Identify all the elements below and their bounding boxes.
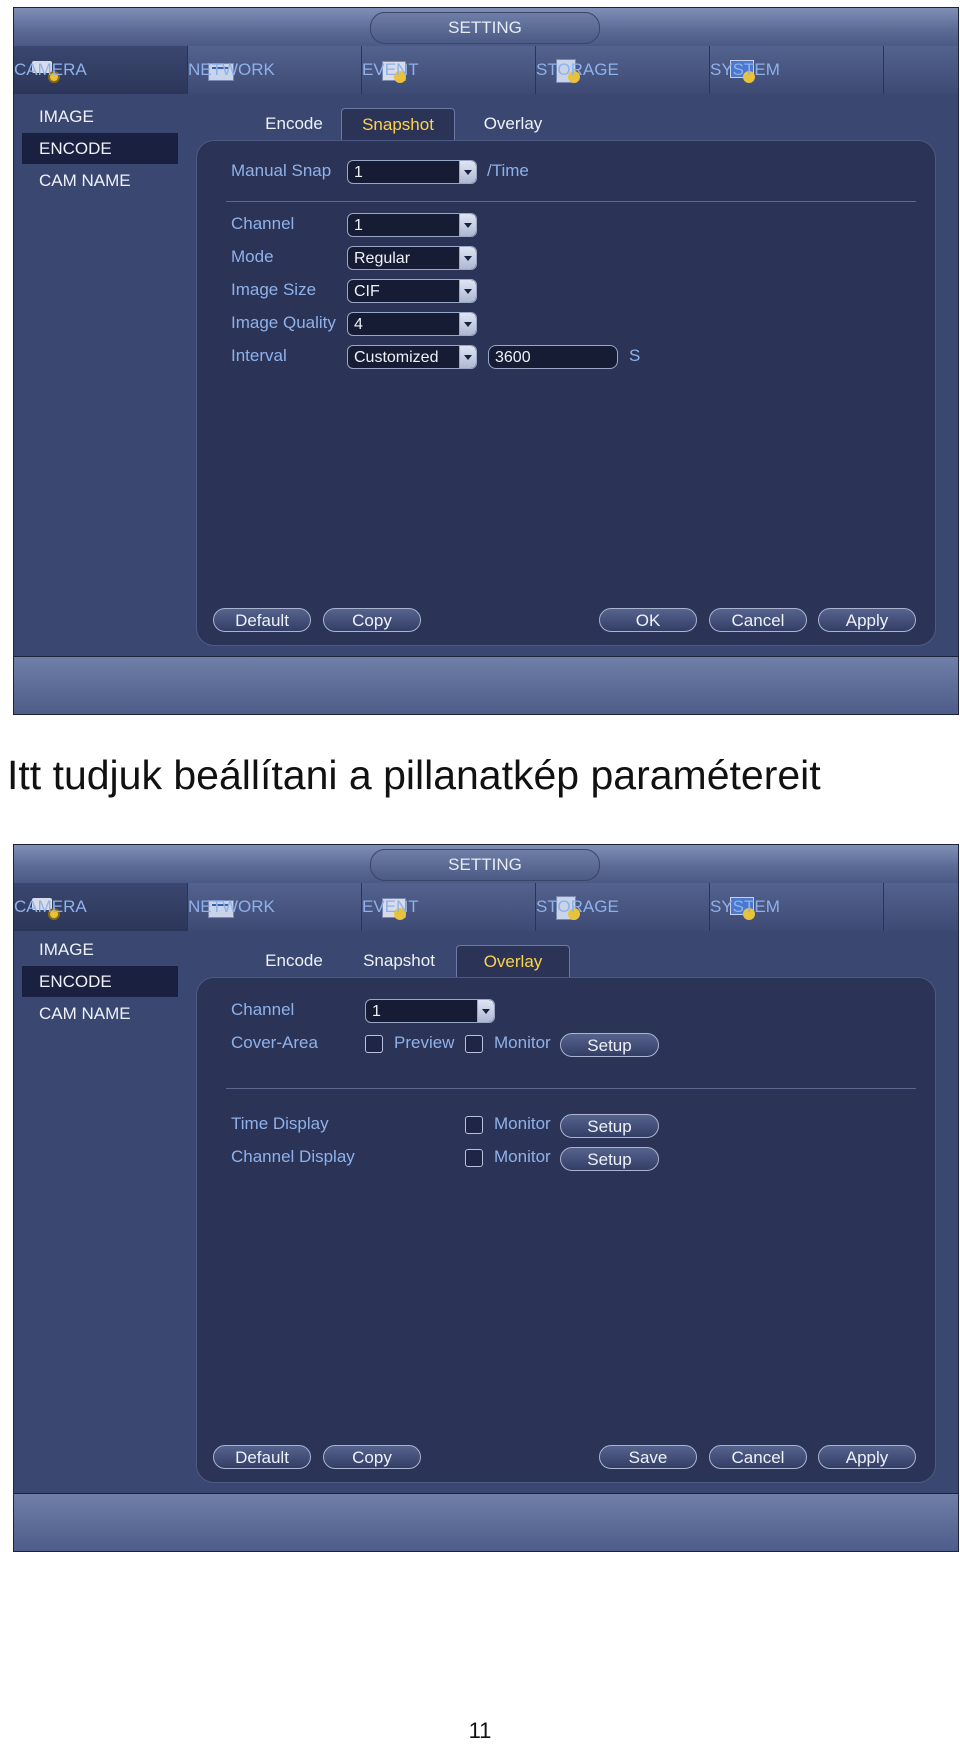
tab-network[interactable]: NETWORK <box>188 46 362 94</box>
interval-seconds-input[interactable]: 3600 <box>488 345 618 369</box>
tab-snapshot[interactable]: Snapshot <box>349 945 449 977</box>
channel-display-label: Channel Display <box>231 1147 355 1166</box>
cover-area-preview-label: Preview <box>394 1033 455 1052</box>
image-size-label: Image Size <box>231 280 317 299</box>
cancel-button[interactable]: Cancel <box>709 1445 807 1469</box>
mode-select[interactable]: Regular <box>347 246 477 270</box>
manual-snap-select[interactable]: 1 <box>347 160 477 184</box>
sidebar-item-encode[interactable]: ENCODE <box>22 966 178 997</box>
save-button[interactable]: Save <box>599 1445 697 1469</box>
sidebar-item-encode[interactable]: ENCODE <box>22 133 178 164</box>
channel-display-monitor-label: Monitor <box>494 1147 551 1166</box>
channel-display-monitor-checkbox[interactable] <box>465 1149 483 1167</box>
time-display-monitor-label: Monitor <box>494 1114 551 1133</box>
channel-value: 1 <box>372 1003 381 1020</box>
cover-area-monitor-label: Monitor <box>494 1033 551 1052</box>
ok-button[interactable]: OK <box>599 608 697 632</box>
chevron-down-icon <box>459 161 476 183</box>
image-quality-select[interactable]: 4 <box>347 312 477 336</box>
tab-camera[interactable]: CAMERA <box>14 46 188 94</box>
page-number: 11 <box>468 1718 492 1743</box>
tab-storage[interactable]: STORAGE <box>536 46 710 94</box>
time-display-label: Time Display <box>231 1114 329 1133</box>
tab-system[interactable]: SYSTEM <box>710 46 884 94</box>
copy-button[interactable]: Copy <box>323 1445 421 1469</box>
sidebar-item-cam-name[interactable]: CAM NAME <box>22 998 178 1029</box>
tab-overlay[interactable]: Overlay <box>458 108 568 140</box>
chevron-down-icon <box>459 280 476 302</box>
title-bar: SETTING <box>14 8 958 46</box>
manual-snap-label: Manual Snap <box>231 161 332 180</box>
cover-area-monitor-checkbox[interactable] <box>465 1035 483 1053</box>
channel-label: Channel <box>231 214 295 233</box>
apply-button[interactable]: Apply <box>818 1445 916 1469</box>
tab-event[interactable]: EVENT <box>362 46 536 94</box>
interval-select[interactable]: Customized <box>347 345 477 369</box>
sidebar-item-image[interactable]: IMAGE <box>22 101 178 132</box>
sidebar: IMAGE ENCODE CAM NAME <box>14 94 194 656</box>
chevron-down-icon <box>459 313 476 335</box>
chevron-down-icon <box>459 247 476 269</box>
interval-unit: S <box>629 346 641 365</box>
image-quality-label: Image Quality <box>231 313 336 332</box>
tab-snapshot[interactable]: Snapshot <box>341 108 455 141</box>
copy-button[interactable]: Copy <box>323 608 421 632</box>
image-quality-value: 4 <box>354 316 363 333</box>
window-title: SETTING <box>370 849 600 881</box>
cancel-button[interactable]: Cancel <box>709 608 807 632</box>
channel-label: Channel <box>231 1000 295 1019</box>
main-tab-bar: CAMERA NETWORK EVENT STORAGE SYSTEM <box>14 883 958 932</box>
divider <box>226 1088 916 1089</box>
default-button[interactable]: Default <box>213 608 311 632</box>
overlay-settings-window: SETTING CAMERA NETWORK EVENT STORAGE SYS… <box>13 844 959 1552</box>
apply-button[interactable]: Apply <box>818 608 916 632</box>
interval-label: Interval <box>231 346 287 365</box>
sidebar-item-cam-name[interactable]: CAM NAME <box>22 165 178 196</box>
channel-display-setup-button[interactable]: Setup <box>560 1147 659 1171</box>
tab-event[interactable]: EVENT <box>362 883 536 931</box>
title-bar: SETTING <box>14 845 958 883</box>
tab-camera[interactable]: CAMERA <box>14 883 188 931</box>
manual-snap-unit: /Time <box>487 161 529 180</box>
channel-select[interactable]: 1 <box>365 999 495 1023</box>
image-size-value: CIF <box>354 283 380 300</box>
main-tab-bar: CAMERA NETWORK EVENT STORAGE SYSTEM <box>14 46 958 95</box>
tab-system[interactable]: SYSTEM <box>710 883 884 931</box>
caption: Itt tudjuk beállítani a pillanatkép para… <box>7 752 821 798</box>
mode-value: Regular <box>354 250 411 267</box>
window-title: SETTING <box>370 12 600 44</box>
snapshot-settings-window: SETTING CAMERA NETWORK EVENT STORAGE SYS… <box>13 7 959 715</box>
channel-value: 1 <box>354 217 363 234</box>
default-button[interactable]: Default <box>213 1445 311 1469</box>
channel-select[interactable]: 1 <box>347 213 477 237</box>
time-display-monitor-checkbox[interactable] <box>465 1116 483 1134</box>
sidebar: IMAGE ENCODE CAM NAME <box>14 931 194 1493</box>
interval-value: Customized <box>354 349 439 366</box>
tab-network[interactable]: NETWORK <box>188 883 362 931</box>
cover-area-setup-button[interactable]: Setup <box>560 1033 659 1057</box>
chevron-down-icon <box>459 214 476 236</box>
status-bar <box>14 656 958 714</box>
tab-encode[interactable]: Encode <box>244 945 344 977</box>
status-bar <box>14 1493 958 1551</box>
cover-area-preview-checkbox[interactable] <box>365 1035 383 1053</box>
cover-area-label: Cover-Area <box>231 1033 318 1052</box>
manual-snap-value: 1 <box>354 164 363 181</box>
tab-storage[interactable]: STORAGE <box>536 883 710 931</box>
time-display-setup-button[interactable]: Setup <box>560 1114 659 1138</box>
settings-panel <box>196 140 936 646</box>
sidebar-item-image[interactable]: IMAGE <box>22 934 178 965</box>
chevron-down-icon <box>459 346 476 368</box>
divider <box>226 201 916 202</box>
tab-overlay[interactable]: Overlay <box>456 945 570 978</box>
image-size-select[interactable]: CIF <box>347 279 477 303</box>
mode-label: Mode <box>231 247 274 266</box>
tab-encode[interactable]: Encode <box>244 108 344 140</box>
chevron-down-icon <box>477 1000 494 1022</box>
